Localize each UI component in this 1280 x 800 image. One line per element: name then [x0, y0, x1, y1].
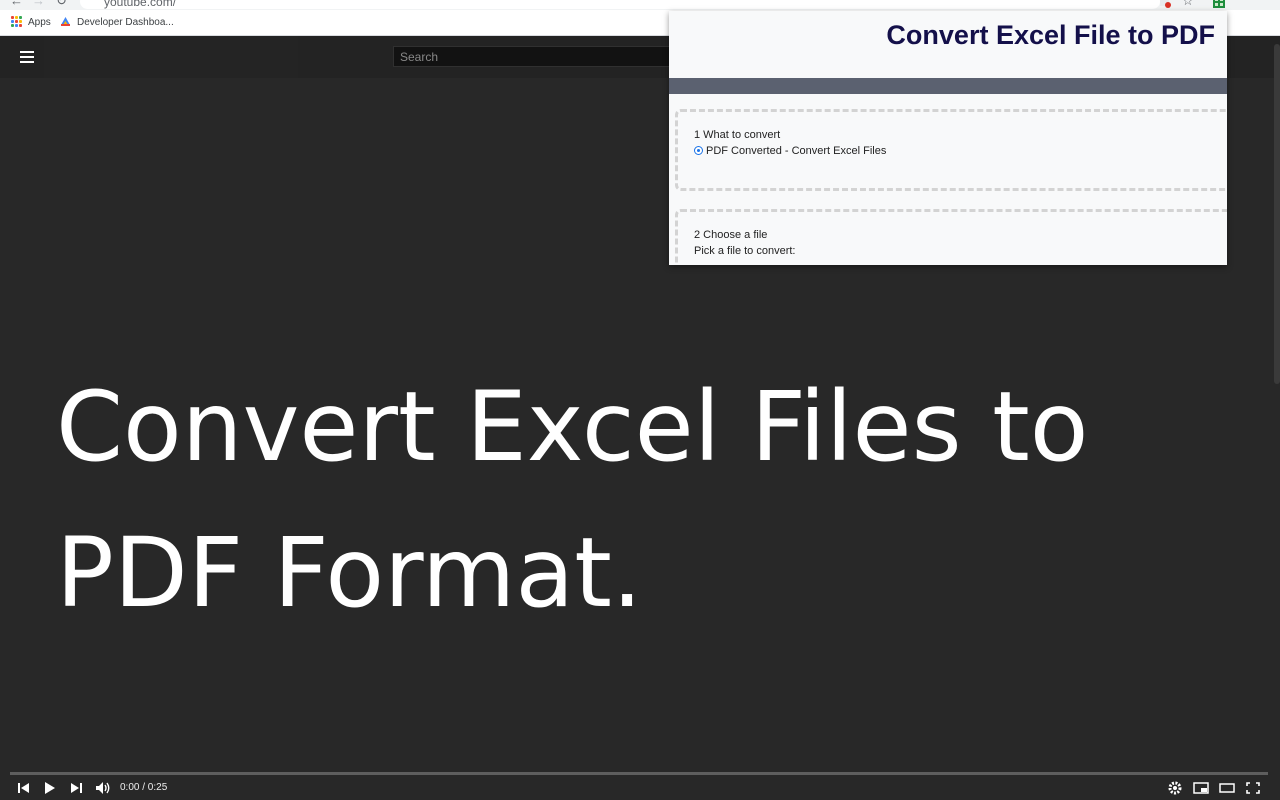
miniplayer-icon[interactable]	[1192, 780, 1210, 796]
video-title-line-2: PDF Format.	[56, 517, 643, 629]
next-icon[interactable]	[68, 780, 86, 796]
player-controls: 0:00 / 0:25	[0, 776, 1280, 800]
convert-option-label[interactable]: PDF Converted - Convert Excel Files	[706, 144, 886, 158]
extension-icon[interactable]	[1159, 0, 1171, 8]
popup-header-bar	[669, 78, 1227, 94]
video-progress-bar[interactable]	[10, 772, 1268, 775]
apps-grid-dot	[11, 24, 14, 27]
search-input[interactable]	[393, 46, 673, 67]
masthead-guide-strip	[44, 36, 298, 78]
address-bar[interactable]	[80, 0, 1160, 9]
back-icon[interactable]: ←	[10, 0, 23, 8]
browser-toolbar: ← → ↻ youtube.com/ ☆	[0, 0, 1280, 10]
reload-icon[interactable]: ↻	[56, 0, 67, 8]
apps-grid-dot	[11, 20, 14, 23]
video-title-overlay: Convert Excel Files to PDF Format.	[56, 354, 1176, 646]
settings-gear-icon[interactable]	[1166, 780, 1184, 796]
spreadsheet-extension-icon[interactable]	[1213, 0, 1225, 8]
theater-mode-icon[interactable]	[1218, 780, 1236, 796]
fullscreen-icon[interactable]	[1244, 780, 1262, 796]
video-title-line-1: Convert Excel Files to	[56, 371, 1089, 483]
step2-heading: 2 Choose a file	[694, 229, 768, 241]
previous-icon[interactable]	[14, 780, 32, 796]
bookmark-apps[interactable]: Apps	[28, 17, 51, 29]
apps-grid-dot	[11, 16, 14, 19]
apps-grid-dot	[15, 16, 18, 19]
apps-grid-dot	[19, 24, 22, 27]
apps-grid-dot	[19, 20, 22, 23]
apps-grid-dot	[15, 24, 18, 27]
apps-grid-dot	[19, 16, 22, 19]
popup-title: Convert Excel File to PDF	[886, 20, 1215, 50]
bookmark-star-icon[interactable]: ☆	[1182, 0, 1194, 8]
step1-heading: 1 What to convert	[694, 129, 781, 141]
file-pick-prompt: Pick a file to convert:	[694, 245, 796, 257]
step-choose-file: 2 Choose a file Pick a file to convert:	[675, 209, 1227, 265]
bookmark-developer-dashboard[interactable]: Developer Dashboa...	[77, 17, 174, 29]
time-display: 0:00 / 0:25	[120, 782, 168, 793]
page-scrollbar[interactable]	[1274, 44, 1280, 384]
step-what-to-convert: 1 What to convert PDF Converted - Conver…	[675, 109, 1227, 191]
developer-dashboard-icon	[61, 17, 70, 26]
address-bar-url: youtube.com/	[104, 0, 177, 9]
play-icon[interactable]	[41, 780, 59, 796]
menu-hamburger-icon[interactable]	[20, 51, 34, 63]
apps-grid-dot	[15, 20, 18, 23]
converter-popup: Convert Excel File to PDF 1 What to conv…	[669, 11, 1227, 265]
volume-icon[interactable]	[94, 780, 112, 796]
apps-grid-icon[interactable]	[11, 16, 22, 27]
convert-option-radio[interactable]	[694, 146, 703, 155]
forward-icon[interactable]: →	[32, 0, 45, 8]
